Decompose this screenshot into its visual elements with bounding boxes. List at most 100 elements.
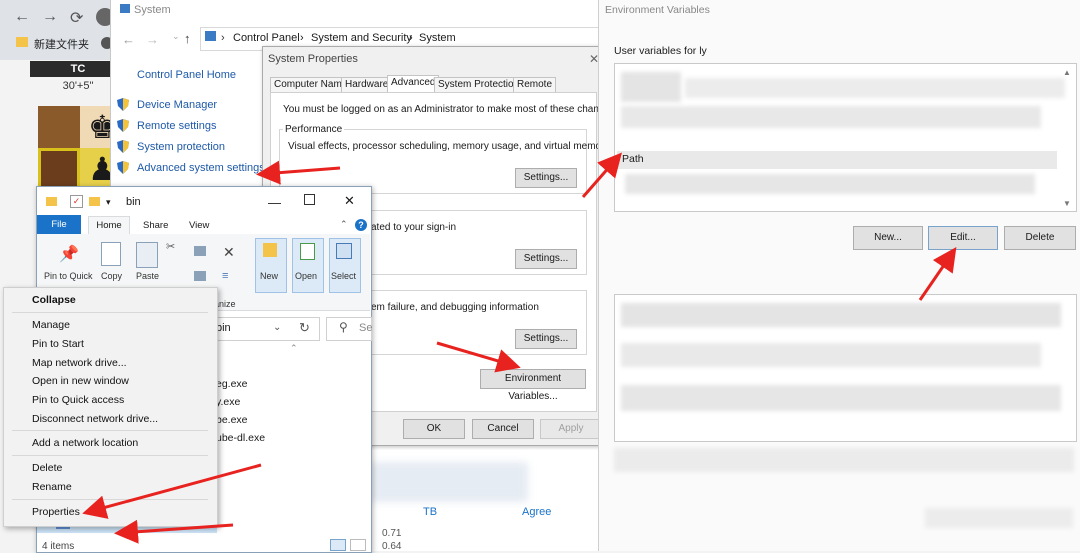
menu-item-pin-quick-access[interactable]: Pin to Quick access <box>32 394 124 406</box>
refresh-icon[interactable]: ↻ <box>299 320 310 336</box>
paste-icon[interactable] <box>136 242 158 268</box>
remote-settings-link[interactable]: Remote settings <box>137 120 216 132</box>
chevron-down-icon[interactable]: ⌄ <box>172 31 180 42</box>
rename-icon[interactable]: ≡ <box>222 270 228 282</box>
path-row[interactable] <box>617 151 1057 169</box>
system-variables-list[interactable] <box>614 294 1077 442</box>
startup-recovery-settings-button[interactable]: Settings... <box>515 329 577 349</box>
sort-chevron-icon[interactable]: ⌃ <box>290 343 298 354</box>
chart-legend-tb: TB <box>423 506 438 518</box>
menu-item-collapse[interactable]: Collapse <box>32 294 76 306</box>
forward-icon[interactable]: → <box>42 8 58 26</box>
control-panel-icon <box>205 31 216 41</box>
file-item[interactable]: eg.exe <box>216 378 248 390</box>
move-to-icon[interactable] <box>194 246 206 256</box>
menu-item-open-new-window[interactable]: Open in new window <box>32 375 129 387</box>
new-label: New <box>260 271 279 281</box>
user-profiles-settings-button[interactable]: Settings... <box>515 249 577 269</box>
user-profiles-desc: ated to your sign-in <box>371 222 457 233</box>
bookmark-folder[interactable]: 新建文件夹 <box>34 36 89 52</box>
breadcrumb-system-security[interactable]: System and Security <box>311 32 412 44</box>
shield-icon <box>117 161 129 174</box>
help-icon[interactable]: ? <box>355 219 367 231</box>
tab-hardware[interactable]: Hardware <box>341 77 393 92</box>
tab-computer-name[interactable]: Computer Name <box>270 77 352 92</box>
customize-icon[interactable]: ▾ <box>106 197 111 208</box>
performance-desc: Visual effects, processor scheduling, me… <box>288 141 610 152</box>
pin-to-quick-button[interactable]: Pin to Quick <box>44 271 93 281</box>
chevron-up-icon[interactable]: ⌃ <box>340 219 348 230</box>
chart-tick-064: 0.64 <box>382 541 402 552</box>
tab-home[interactable]: Home <box>88 216 130 234</box>
startup-recovery-desc: em failure, and debugging information <box>371 302 539 313</box>
back-icon[interactable]: ← <box>14 8 30 26</box>
menu-item-manage[interactable]: Manage <box>32 319 70 331</box>
menu-item-pin-to-start[interactable]: Pin to Start <box>32 338 84 350</box>
tab-file[interactable]: File <box>37 215 81 234</box>
menu-item-delete[interactable]: Delete <box>32 462 62 474</box>
up-icon[interactable]: ↑ <box>184 31 191 46</box>
select-icon <box>336 243 352 259</box>
cancel-button[interactable]: Cancel <box>472 419 534 439</box>
new-folder-icon[interactable] <box>89 197 100 206</box>
breadcrumb-sep-icon: › <box>409 32 413 44</box>
system-protection-link[interactable]: System protection <box>137 141 225 153</box>
breadcrumb-system[interactable]: System <box>419 32 456 44</box>
menu-item-disconnect-network-drive[interactable]: Disconnect network drive... <box>32 413 158 425</box>
menu-item-rename[interactable]: Rename <box>32 481 72 493</box>
menu-item-properties[interactable]: Properties <box>32 506 80 518</box>
chevron-down-icon[interactable]: ⌄ <box>273 322 281 333</box>
forward-icon[interactable]: → <box>146 32 159 47</box>
folder-icon <box>16 37 28 47</box>
back-icon[interactable]: ← <box>122 32 135 47</box>
pin-icon[interactable]: 📌 <box>59 244 79 264</box>
new-button[interactable]: New... <box>853 226 923 250</box>
user-vars-label: User variables for ly <box>614 45 707 57</box>
tab-advanced[interactable]: Advanced <box>387 75 440 92</box>
device-manager-link[interactable]: Device Manager <box>137 99 217 111</box>
new-folder-icon <box>263 243 277 257</box>
user-variables-list[interactable] <box>614 63 1077 212</box>
copy-icon[interactable] <box>101 242 121 266</box>
file-item[interactable]: y.exe <box>216 396 240 408</box>
scroll-down-icon[interactable]: ▼ <box>1063 199 1071 208</box>
large-icons-view-icon[interactable] <box>350 539 366 551</box>
menu-separator <box>12 499 208 500</box>
apply-button[interactable]: Apply <box>540 419 602 439</box>
maximize-icon[interactable] <box>304 194 315 205</box>
delete-button[interactable]: Delete <box>1004 226 1076 250</box>
file-item[interactable]: ube-dl.exe <box>216 432 265 444</box>
breadcrumb-control-panel[interactable]: Control Panel <box>233 32 300 44</box>
file-item[interactable]: be.exe <box>216 414 248 426</box>
performance-settings-button[interactable]: Settings... <box>515 168 577 188</box>
properties-icon[interactable]: ✓ <box>70 195 83 208</box>
minimize-icon[interactable]: — <box>268 195 281 210</box>
control-panel-home-link[interactable]: Control Panel Home <box>137 69 236 81</box>
menu-item-map-network-drive[interactable]: Map network drive... <box>32 357 127 369</box>
scroll-up-icon[interactable]: ▲ <box>1063 68 1071 77</box>
environment-variables-button[interactable]: Environment Variables... <box>480 369 586 402</box>
cut-icon[interactable]: ✂ <box>166 240 175 253</box>
delete-icon[interactable]: ✕ <box>223 244 235 261</box>
ok-button[interactable]: OK <box>403 419 465 439</box>
menu-separator <box>12 312 208 313</box>
shield-icon <box>117 119 129 132</box>
copy-button[interactable]: Copy <box>101 271 122 281</box>
edit-button[interactable]: Edit... <box>928 226 998 250</box>
tab-share[interactable]: Share <box>143 220 168 231</box>
search-placeholder: Se <box>359 322 373 334</box>
tab-system-protection[interactable]: System Protection <box>434 77 524 92</box>
reload-icon[interactable]: ⟳ <box>70 8 83 28</box>
close-icon[interactable]: ✕ <box>344 193 355 209</box>
menu-item-add-network-location[interactable]: Add a network location <box>32 437 138 449</box>
shield-icon <box>117 140 129 153</box>
advanced-system-settings-link[interactable]: Advanced system settings <box>137 162 265 174</box>
details-view-icon[interactable] <box>330 539 346 551</box>
path-variable[interactable]: Path <box>622 153 644 165</box>
paste-button[interactable]: Paste <box>136 271 159 281</box>
menu-separator <box>12 455 208 456</box>
copy-to-icon[interactable] <box>194 271 206 281</box>
breadcrumb-sep-icon: › <box>221 32 225 44</box>
tab-remote[interactable]: Remote <box>513 77 557 92</box>
tab-view[interactable]: View <box>189 220 209 231</box>
